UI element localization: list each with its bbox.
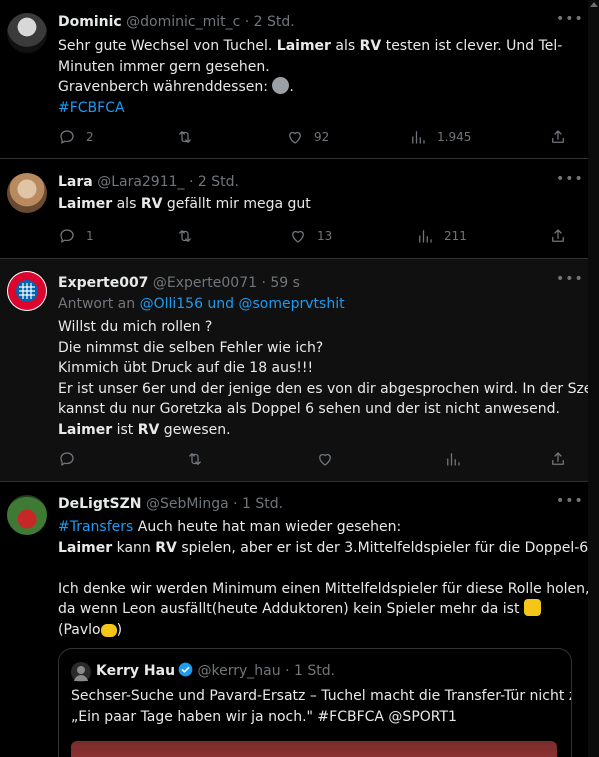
reply-to-users[interactable]: @Olli156 und @someprvtshit bbox=[140, 296, 345, 312]
quoted-text-line: „Ein paar Tage haben wir ja noch." #FCBF… bbox=[71, 709, 457, 725]
retweet-icon bbox=[179, 131, 191, 143]
hashtag-link[interactable]: #FCBFCA bbox=[58, 98, 578, 119]
quoted-timestamp[interactable]: · 1 Std. bbox=[285, 663, 335, 679]
views-icon bbox=[419, 230, 432, 243]
share-button[interactable] bbox=[549, 127, 567, 147]
quoted-text-line: Sechser-Suche und Pavard-Ersatz – Tuchel… bbox=[71, 688, 572, 704]
avatar[interactable] bbox=[7, 495, 47, 535]
hashtag-link[interactable]: #Transfers bbox=[58, 519, 133, 535]
verified-icon bbox=[178, 662, 193, 677]
avatar[interactable] bbox=[71, 662, 91, 682]
emoji-icon bbox=[272, 77, 290, 94]
author-name[interactable]: Experte007 bbox=[58, 275, 148, 291]
views-icon bbox=[412, 131, 425, 144]
timestamp[interactable]: · 2 Std. bbox=[245, 14, 295, 30]
tweet-text-line: Minuten immer gern gesehen. bbox=[58, 58, 270, 75]
views-icon bbox=[447, 453, 460, 466]
share-icon bbox=[552, 452, 564, 465]
reply-icon bbox=[60, 452, 74, 466]
share-button[interactable] bbox=[549, 449, 567, 469]
more-icon[interactable]: ••• bbox=[556, 272, 583, 292]
fc-bayern-logo-avatar[interactable] bbox=[7, 271, 47, 311]
tweet-deligtszn[interactable]: DeLigtSZN @SebMinga · 1 Std. ••• #Transf… bbox=[0, 482, 599, 757]
quoted-tweet[interactable]: Kerry Hau @kerry_hau · 1 Std. Sechser-Su… bbox=[58, 648, 572, 757]
like-button[interactable] bbox=[316, 449, 334, 469]
author-name[interactable]: DeLigtSZN bbox=[58, 496, 142, 512]
like-button[interactable]: 92 bbox=[286, 127, 329, 147]
tweet-text-line: Gravenberch währenddessen: . bbox=[58, 77, 294, 95]
author-handle[interactable]: @Lara2911_ bbox=[97, 174, 184, 190]
heart-hands-emoji-icon bbox=[100, 623, 117, 637]
like-icon bbox=[319, 453, 331, 466]
tweet-lara[interactable]: Lara @Lara2911_ · 2 Std. ••• Laimer als … bbox=[0, 159, 588, 259]
tweet-text-line: Laimer ist RV gewesen. bbox=[58, 421, 231, 438]
author-name[interactable]: Dominic bbox=[58, 14, 122, 30]
more-icon[interactable]: ••• bbox=[556, 494, 583, 514]
retweet-icon bbox=[189, 453, 201, 465]
quoted-media-image[interactable] bbox=[71, 741, 557, 757]
author-handle[interactable]: @dominic_mit_c bbox=[126, 14, 240, 30]
views-button[interactable]: 211 bbox=[416, 226, 467, 246]
tweet-text-line: da wenn Leon ausfällt(heute Adduktoren) … bbox=[58, 599, 578, 620]
retweet-button[interactable] bbox=[176, 127, 194, 147]
author-handle[interactable]: @Experte0071 bbox=[153, 275, 257, 291]
tweet-text-line: Laimer kann RV spielen, aber er ist der … bbox=[58, 539, 599, 556]
reply-to-label: Antwort an bbox=[58, 296, 140, 312]
tweet-text-line: Laimer als RV gefällt mir mega gut bbox=[58, 196, 311, 212]
retweet-button[interactable] bbox=[186, 449, 204, 469]
reply-button[interactable] bbox=[58, 449, 76, 469]
retweet-button[interactable] bbox=[176, 226, 194, 246]
tweet-text-line: Die nimmst die selben Fehler wie ich? bbox=[58, 339, 324, 356]
quoted-author-handle[interactable]: @kerry_hau bbox=[198, 663, 281, 679]
tweet-dominic[interactable]: Dominic @dominic_mit_c · 2 Std. ••• Sehr… bbox=[0, 0, 588, 159]
avatar[interactable] bbox=[7, 13, 47, 53]
share-button[interactable] bbox=[549, 226, 567, 246]
timestamp[interactable]: · 1 Std. bbox=[233, 496, 283, 512]
scrollbar[interactable] bbox=[588, 0, 599, 757]
tweet-experte007[interactable]: Experte007 @Experte0071 · 59 s ••• Antwo… bbox=[0, 259, 599, 482]
retweet-icon bbox=[179, 230, 191, 242]
reply-button[interactable]: 1 bbox=[58, 226, 94, 246]
scroll-up-arrow-icon[interactable] bbox=[590, 2, 598, 7]
tweet-text-line: kannst du nur Goretzka als Doppel 6 sehe… bbox=[58, 401, 560, 417]
tweet-text-line: Sehr gute Wechsel von Tuchel. Laimer als… bbox=[58, 38, 563, 54]
tweet-text-line: Willst du mich rollen ? bbox=[58, 319, 213, 335]
author-name[interactable]: Lara bbox=[58, 174, 93, 190]
reply-icon bbox=[60, 130, 74, 144]
quoted-author-name[interactable]: Kerry Hau bbox=[96, 663, 175, 679]
tweet-text-line: #Transfers Auch heute hat man wieder ges… bbox=[58, 519, 402, 535]
reply-button[interactable]: 2 bbox=[58, 127, 94, 147]
tweet-text-line: Er ist unser 6er und der jenige den es v… bbox=[58, 380, 599, 397]
views-button[interactable] bbox=[444, 449, 462, 469]
views-button[interactable]: 1.945 bbox=[409, 127, 471, 147]
tweet-text-line: Kimmich übt Druck auf die 18 aus!!! bbox=[58, 360, 314, 376]
person-emoji-icon bbox=[523, 599, 541, 616]
author-handle[interactable]: @SebMinga bbox=[146, 496, 229, 512]
timestamp[interactable]: · 2 Std. bbox=[189, 174, 239, 190]
tweet-text-line bbox=[58, 558, 578, 579]
more-icon[interactable]: ••• bbox=[556, 12, 583, 32]
share-icon bbox=[552, 130, 564, 143]
share-icon bbox=[552, 229, 564, 242]
timestamp[interactable]: · 59 s bbox=[261, 275, 299, 291]
reply-icon bbox=[60, 229, 74, 243]
more-icon[interactable]: ••• bbox=[556, 172, 583, 192]
tweet-text-line: (Pavlo) bbox=[58, 621, 123, 638]
avatar[interactable] bbox=[7, 173, 47, 213]
like-icon bbox=[289, 131, 301, 144]
tweet-text-line: Ich denke wir werden Minimum einen Mitte… bbox=[58, 580, 590, 597]
like-icon bbox=[292, 230, 304, 243]
like-button[interactable]: 13 bbox=[289, 226, 332, 246]
